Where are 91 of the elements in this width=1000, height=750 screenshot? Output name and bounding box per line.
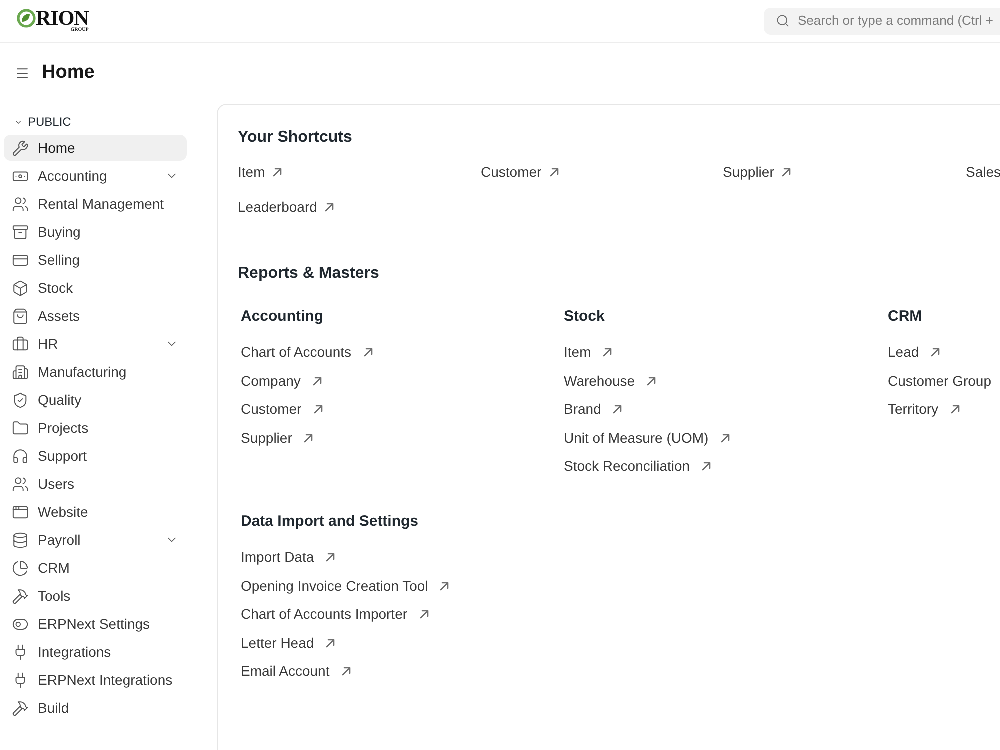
folder-icon bbox=[12, 420, 29, 436]
sidebar-item[interactable]: Projects bbox=[4, 415, 187, 441]
report-link[interactable]: Email Account bbox=[241, 661, 351, 682]
sidebar-item[interactable]: Quality bbox=[4, 387, 187, 413]
report-link[interactable]: Item bbox=[564, 342, 612, 363]
report-link[interactable]: Company bbox=[241, 370, 322, 392]
page-title: Home bbox=[42, 61, 95, 86]
cube-icon bbox=[12, 280, 29, 296]
sidebar-item[interactable]: Website bbox=[4, 499, 187, 525]
arrow-up-right-icon bbox=[613, 405, 622, 414]
sidebar-item[interactable]: Selling bbox=[4, 247, 187, 273]
headphones-icon bbox=[12, 448, 29, 464]
sidebar-item[interactable]: Rental Management bbox=[4, 191, 187, 217]
arrow-up-right-icon bbox=[782, 168, 792, 177]
arrow-up-right-icon bbox=[550, 168, 559, 177]
arrow-up-right-icon bbox=[440, 582, 450, 590]
bag-icon bbox=[12, 308, 29, 324]
report-link[interactable]: Unit of Measure (UOM) bbox=[564, 428, 730, 448]
report-link[interactable]: Opening Invoice Creation Tool bbox=[241, 576, 450, 596]
leaf-ring-icon bbox=[17, 8, 36, 28]
menu-icon[interactable] bbox=[15, 66, 30, 81]
sidebar-item[interactable]: ERPNext Integrations bbox=[4, 667, 187, 693]
arrow-up-right-icon bbox=[342, 667, 351, 676]
sidebar-item[interactable]: Tools bbox=[4, 583, 187, 609]
report-link[interactable]: Chart of Accounts bbox=[241, 342, 373, 363]
browser-window-icon bbox=[12, 504, 29, 520]
report-link[interactable]: Territory bbox=[888, 399, 960, 420]
sidebar-item[interactable]: Users bbox=[4, 471, 187, 497]
sidebar-item[interactable]: Assets bbox=[4, 303, 187, 329]
shortcut-link[interactable]: Customer bbox=[481, 162, 559, 183]
report-link[interactable]: Letter Head bbox=[241, 632, 336, 654]
arrow-up-right-icon bbox=[364, 348, 373, 357]
arrow-up-right-icon bbox=[603, 348, 612, 357]
sidebar-item[interactable]: Accounting bbox=[4, 163, 187, 189]
arrow-up-right-icon bbox=[273, 168, 282, 177]
report-link[interactable]: Import Data bbox=[241, 547, 336, 568]
sidebar-item[interactable]: HR bbox=[4, 331, 187, 357]
report-link[interactable]: Supplier bbox=[241, 428, 314, 448]
shortcut-link[interactable]: Supplier bbox=[723, 162, 792, 183]
arrow-up-right-icon bbox=[420, 610, 429, 619]
users-icon bbox=[12, 476, 29, 492]
search-field[interactable]: Search or type a command (Ctrl + bbox=[764, 8, 1000, 34]
sidebar-section-toggle[interactable]: PUBLIC bbox=[4, 114, 72, 130]
wrench-icon bbox=[12, 140, 29, 156]
archive-icon bbox=[12, 224, 29, 240]
users-icon bbox=[12, 196, 29, 212]
sidebar-item[interactable]: Support bbox=[4, 443, 187, 469]
sidebar-item[interactable]: Integrations bbox=[4, 639, 187, 665]
group-heading: CRM bbox=[888, 307, 924, 327]
arrow-up-right-icon bbox=[702, 462, 712, 471]
shield-check-icon bbox=[12, 392, 29, 408]
arrow-up-right-icon bbox=[950, 405, 960, 414]
section-title: Reports & Masters bbox=[238, 264, 380, 284]
sidebar-item[interactable]: CRM bbox=[4, 555, 187, 581]
logo-wordmark: RION bbox=[36, 8, 89, 28]
sidebar-item[interactable]: Stock bbox=[4, 275, 187, 301]
report-link[interactable]: Customer Group bbox=[888, 370, 992, 392]
group-heading: Accounting bbox=[241, 307, 324, 327]
sidebar-item[interactable]: Payroll bbox=[4, 527, 187, 553]
hammer-icon bbox=[12, 588, 29, 604]
arrow-up-right-icon bbox=[647, 376, 656, 386]
shortcut-link[interactable]: Item bbox=[238, 162, 282, 183]
building-icon bbox=[12, 364, 29, 380]
shortcut-link[interactable]: Leaderboard bbox=[238, 197, 334, 218]
sidebar-item[interactable]: Build bbox=[4, 695, 187, 721]
section-title: Your Shortcuts bbox=[238, 128, 354, 148]
report-link[interactable]: Brand bbox=[564, 399, 622, 420]
sidebar-item[interactable]: ERPNext Settings bbox=[4, 611, 187, 637]
arrow-up-right-icon bbox=[325, 203, 334, 212]
hammer-icon bbox=[12, 700, 29, 716]
sidebar-item[interactable]: Manufacturing bbox=[4, 359, 187, 385]
arrow-up-right-icon bbox=[304, 434, 314, 442]
report-link[interactable]: Lead bbox=[888, 342, 940, 363]
database-icon bbox=[12, 532, 29, 548]
report-link[interactable]: Stock Reconciliation bbox=[564, 456, 712, 477]
arrow-up-right-icon bbox=[326, 553, 336, 562]
sidebar-item[interactable]: Home bbox=[4, 135, 187, 161]
arrow-up-right-icon bbox=[326, 638, 336, 648]
group-heading: Stock bbox=[564, 307, 606, 327]
report-link[interactable]: Warehouse bbox=[564, 370, 656, 392]
arrow-up-right-icon bbox=[314, 405, 323, 414]
arrow-up-right-icon bbox=[312, 376, 322, 386]
group-heading: Data Import and Settings bbox=[241, 512, 420, 532]
arrow-up-right-icon bbox=[720, 434, 730, 442]
pie-chart-icon bbox=[12, 560, 29, 576]
sidebar-item[interactable]: Buying bbox=[4, 219, 187, 245]
briefcase-icon bbox=[12, 336, 29, 352]
arrow-up-right-icon bbox=[931, 348, 940, 357]
report-link[interactable]: Chart of Accounts Importer bbox=[241, 604, 429, 625]
search-icon bbox=[776, 14, 790, 28]
report-link[interactable]: Customer bbox=[241, 399, 323, 420]
